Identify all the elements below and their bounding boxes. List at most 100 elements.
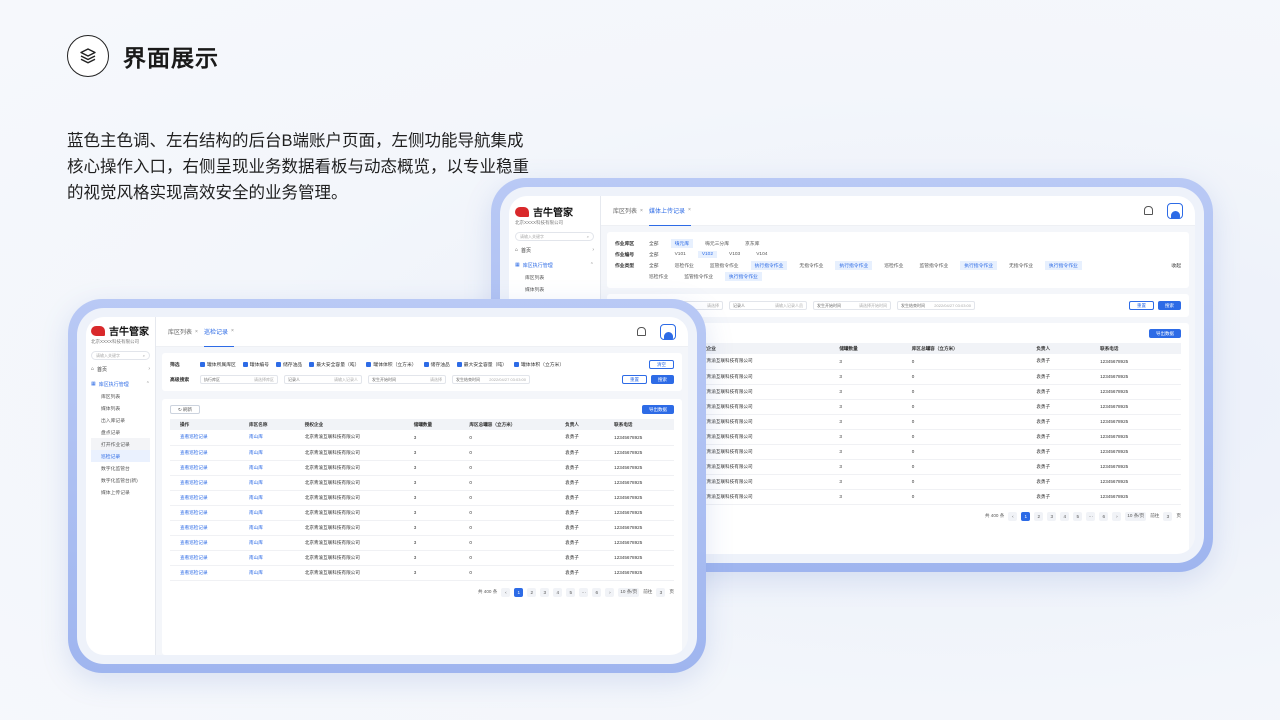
filter-option[interactable]: 无指令作业 (795, 261, 827, 270)
sidebar-subitem[interactable]: 数字化监管台(新) (91, 474, 150, 486)
close-icon[interactable]: × (640, 208, 643, 214)
tab-1[interactable]: 巡检记录 × (203, 317, 234, 347)
search-field[interactable]: 执行库区 请选择库区 (200, 375, 278, 384)
page-size-select[interactable]: 10 条/页 (618, 587, 640, 597)
checkbox-icon[interactable] (276, 362, 281, 367)
page-button[interactable]: 5 (1073, 511, 1083, 521)
search-field[interactable]: 记录人 请输入记录人员 (729, 301, 807, 310)
filter-option[interactable]: 监管指令作业 (915, 261, 952, 270)
clear-button[interactable]: 清空 (649, 360, 674, 369)
filter-option[interactable]: 执行指令作业 (750, 261, 788, 270)
page-button[interactable]: 2 (1034, 511, 1044, 521)
sidebar-subitem[interactable]: 巡检记录 (91, 450, 150, 462)
checkbox-icon[interactable] (513, 362, 519, 367)
sidebar-subitem[interactable]: 数字化监管台 (91, 462, 150, 474)
table-link[interactable]: 查看巡检记录 (170, 445, 240, 461)
table-link[interactable]: 查看巡检记录 (170, 430, 240, 446)
prev-page-icon[interactable]: ‹ (1008, 511, 1018, 521)
table-link[interactable]: 查看巡检记录 (170, 505, 240, 521)
sidebar-item-home[interactable]: ⌂ 首页 › (91, 363, 150, 375)
table-link[interactable]: 南山库 (239, 550, 295, 566)
page-button[interactable]: 2 (527, 587, 537, 597)
sidebar-subitem[interactable]: 媒体上传记录 (91, 486, 150, 498)
sidebar-subitem[interactable]: 打开作业记录 (91, 438, 150, 450)
user-avatar[interactable] (1167, 202, 1183, 219)
table-link[interactable]: 南山库 (239, 460, 295, 476)
sidebar-subitem[interactable]: 出入库记录 (91, 414, 150, 426)
prev-page-icon[interactable]: ‹ (501, 587, 511, 597)
sidebar-group[interactable]: ▦ 库区执行管理 ⌃ (515, 259, 594, 271)
page-button[interactable]: 6 (592, 587, 602, 597)
filter-option[interactable]: 嗨元库 (670, 239, 694, 248)
filter-option[interactable]: 监管指令作业 (680, 272, 717, 281)
filter-option[interactable]: V102 (697, 251, 718, 258)
filter-option[interactable]: V101 (671, 251, 690, 258)
filter-checkbox[interactable]: 罐体编号 (242, 361, 269, 368)
sidebar-subitem[interactable]: 库区列表 (91, 390, 150, 402)
filter-option[interactable]: 执行指令作业 (725, 272, 762, 281)
filter-checkbox[interactable]: 罐体体积（立方米） (366, 361, 417, 368)
filter-checkbox[interactable]: 最大安全容量（吨） (309, 361, 359, 368)
filter-option[interactable]: 监管指令作业 (706, 261, 743, 270)
table-link[interactable]: 查看巡检记录 (170, 475, 240, 491)
sidebar-item-home[interactable]: ⌂ 首页 › (515, 244, 594, 256)
filter-option[interactable]: V103 (725, 251, 744, 258)
sidebar-group[interactable]: ▦ 库区执行管理 ⌃ (91, 378, 150, 390)
sidebar-subitem[interactable]: 库区列表 (515, 271, 594, 283)
search-button[interactable]: 搜索 (651, 375, 674, 384)
page-button[interactable]: 5 (566, 587, 576, 597)
page-button[interactable]: ··· (1086, 511, 1096, 521)
sidebar-subitem[interactable]: 盘点记录 (91, 426, 150, 438)
sidebar-subitem[interactable]: 媒体列表 (91, 402, 150, 414)
table-link[interactable]: 南山库 (239, 445, 295, 461)
checkbox-icon[interactable] (366, 362, 372, 367)
search-button[interactable]: 搜索 (1158, 301, 1181, 310)
filter-checkbox[interactable]: 储存油品 (276, 361, 302, 368)
page-button[interactable]: 1 (1021, 511, 1031, 521)
table-link[interactable]: 查看巡检记录 (170, 460, 240, 476)
page-size-select[interactable]: 10 条/页 (1125, 511, 1147, 521)
page-button[interactable]: 4 (1060, 511, 1070, 521)
table-link[interactable]: 南山库 (239, 430, 295, 446)
filter-checkbox[interactable]: 罐体体积（立方米） (513, 361, 564, 368)
filter-option[interactable]: 巡检作业 (645, 272, 672, 281)
checkbox-icon[interactable] (456, 362, 462, 367)
table-link[interactable]: 查看巡检记录 (170, 490, 240, 506)
bell-icon[interactable] (1144, 206, 1153, 215)
next-page-icon[interactable]: › (605, 587, 615, 597)
table-link[interactable]: 南山库 (239, 565, 295, 581)
collapse-toggle[interactable]: 收起 (1171, 262, 1181, 269)
checkbox-icon[interactable] (200, 362, 205, 367)
filter-checkbox[interactable]: 罐体所属库区 (200, 361, 236, 368)
close-icon[interactable]: × (231, 328, 234, 334)
filter-option[interactable]: 全部 (645, 239, 663, 248)
table-link[interactable]: 南山库 (239, 520, 295, 536)
table-link[interactable]: 南山库 (239, 490, 295, 506)
search-field[interactable]: 发生结束时间 2022/04/27 03:03:00 (452, 375, 530, 384)
tab-0[interactable]: 库区列表 × (613, 196, 643, 226)
table-link[interactable]: 南山库 (239, 535, 295, 551)
sidebar-search-input[interactable]: 请输入关键字 ⌕ (91, 351, 150, 360)
close-icon[interactable]: × (195, 329, 198, 335)
page-button[interactable]: 4 (553, 587, 563, 597)
page-button[interactable]: 3 (1047, 511, 1057, 521)
filter-checkbox[interactable]: 储存油品 (423, 361, 450, 368)
filter-option[interactable]: 嗨元三分库 (701, 239, 733, 248)
checkbox-icon[interactable] (423, 362, 429, 367)
filter-option[interactable]: 全部 (645, 250, 663, 259)
checkbox-icon[interactable] (309, 362, 315, 367)
filter-option[interactable]: V104 (752, 251, 771, 258)
table-link[interactable]: 南山库 (239, 475, 295, 491)
page-button[interactable]: ··· (579, 587, 589, 597)
sidebar-subitem[interactable]: 媒体列表 (515, 283, 594, 295)
filter-option[interactable]: 无指令作业 (1005, 261, 1037, 270)
filter-option[interactable]: 执行指令作业 (1045, 261, 1082, 270)
filter-checkbox[interactable]: 最大安全容量（吨） (456, 361, 507, 368)
sidebar-search-input[interactable]: 请输入关键字 ⌕ (515, 232, 594, 241)
search-field[interactable]: 记录人 请输入记录人 (284, 375, 362, 384)
tab-1[interactable]: 媒体上传记录 × (648, 196, 691, 226)
reset-button[interactable]: 重置 (1129, 301, 1154, 310)
filter-option[interactable]: 巡检作业 (671, 261, 698, 270)
next-page-icon[interactable]: › (1112, 511, 1122, 521)
table-link[interactable]: 查看巡检记录 (170, 535, 240, 551)
